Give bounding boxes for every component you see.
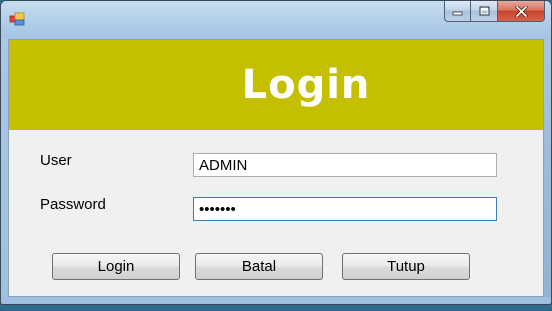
- tutup-button[interactable]: Tutup: [342, 253, 470, 280]
- maximize-icon: [479, 6, 489, 16]
- header-banner: Login: [9, 40, 543, 130]
- page-title: Login: [241, 62, 371, 108]
- login-button[interactable]: Login: [52, 253, 180, 280]
- close-button[interactable]: [498, 1, 545, 22]
- login-window: Login User Password Login Batal Tutup: [0, 0, 552, 305]
- maximize-button[interactable]: [471, 1, 498, 22]
- minimize-icon: [452, 11, 463, 15]
- close-icon: [514, 5, 528, 17]
- minimize-button[interactable]: [444, 1, 471, 22]
- caption-buttons: [444, 1, 545, 23]
- form-client-area: Login User Password Login Batal Tutup: [8, 39, 544, 297]
- batal-button[interactable]: Batal: [195, 253, 323, 280]
- password-field[interactable]: [193, 197, 497, 221]
- app-form-icon: [9, 12, 25, 26]
- user-label: User: [40, 152, 72, 169]
- password-label: Password: [40, 196, 106, 213]
- window-frame-edge: [544, 39, 551, 297]
- title-bar[interactable]: [1, 1, 551, 39]
- user-field[interactable]: [193, 153, 497, 177]
